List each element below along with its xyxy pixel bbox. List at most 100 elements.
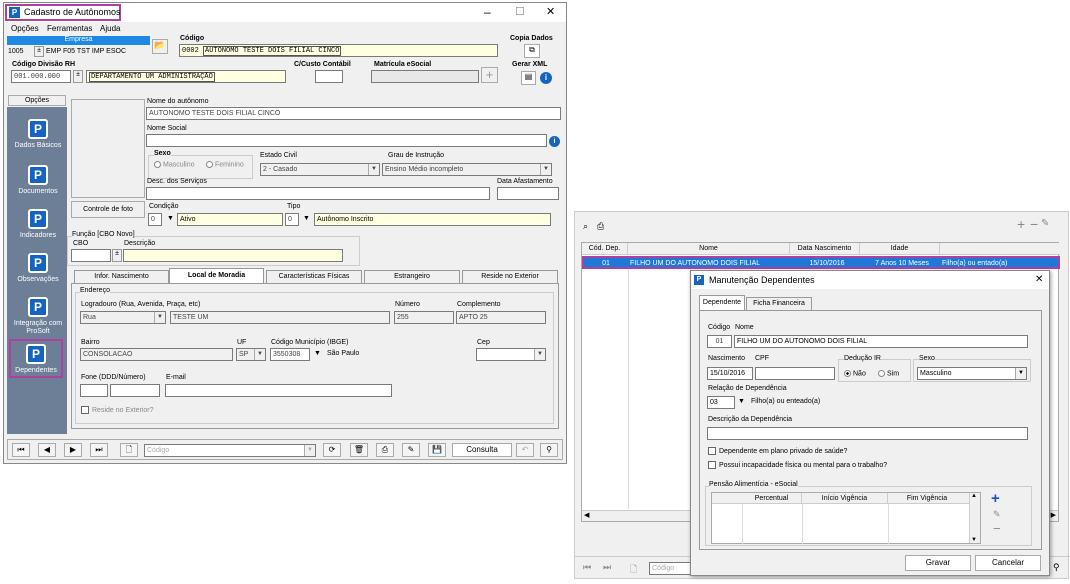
sidebar-item-documentos[interactable]: P Documentos bbox=[7, 165, 69, 195]
fone-ddd-input[interactable] bbox=[80, 384, 108, 397]
deducao-nao-radio[interactable]: Não bbox=[844, 370, 866, 377]
incapacidade-checkbox[interactable]: Possui incapacidade física ou mental par… bbox=[708, 461, 887, 469]
scroll-right-icon[interactable]: ▶ bbox=[1051, 511, 1056, 519]
sidebar-item-indicadores[interactable]: P Indicadores bbox=[7, 209, 69, 239]
new-record-icon[interactable]: 🗋 bbox=[120, 443, 138, 457]
menu-ajuda[interactable]: Ajuda bbox=[100, 24, 120, 33]
codigo-input[interactable]: 0002 AUTONOMO TESTE DOIS FILIAL CINCO bbox=[179, 44, 498, 57]
logradouro-input[interactable]: TESTE UM bbox=[170, 311, 390, 324]
codigo-input[interactable]: 01 bbox=[707, 335, 732, 348]
scroll-down-icon[interactable]: ▼ bbox=[971, 537, 977, 543]
plano-saude-checkbox[interactable]: Dependente em plano privado de saúde? bbox=[708, 447, 847, 455]
info-icon[interactable]: i bbox=[540, 72, 552, 84]
save-icon[interactable]: 💾 bbox=[428, 443, 446, 457]
info-icon[interactable]: i bbox=[549, 136, 560, 147]
sexo-fem-radio[interactable]: Feminino bbox=[206, 161, 244, 168]
close-icon[interactable]: ✕ bbox=[1035, 274, 1043, 285]
tab-nascimento[interactable]: Infor. Nascimento bbox=[74, 270, 169, 284]
descricao-input[interactable] bbox=[123, 249, 343, 262]
logradouro-tipo-select[interactable]: Rua ▼ bbox=[80, 311, 166, 324]
data-afast-input[interactable] bbox=[497, 187, 559, 200]
empresa-spin[interactable]: ± bbox=[34, 46, 44, 57]
new-record-icon[interactable]: 🗋 bbox=[630, 562, 637, 578]
view-icon[interactable]: ⌕ bbox=[583, 221, 588, 232]
divisao-spin[interactable]: ± bbox=[73, 70, 83, 83]
binoculars-icon[interactable]: ⚲ bbox=[1053, 562, 1060, 573]
chevron-down-icon[interactable]: ▼ bbox=[738, 398, 745, 405]
email-input[interactable] bbox=[165, 384, 392, 397]
print-icon[interactable]: ⎙ bbox=[597, 221, 604, 232]
cancelar-button[interactable]: Cancelar bbox=[975, 555, 1041, 571]
condicao-value[interactable]: Ativo bbox=[177, 213, 283, 226]
prev-record-icon[interactable]: ◀ bbox=[38, 443, 56, 457]
cep-select[interactable]: ▼ bbox=[476, 348, 546, 361]
sexo-masc-radio[interactable]: Masculino bbox=[154, 161, 195, 168]
add-pensao-icon[interactable]: + bbox=[991, 490, 1000, 507]
maximize-icon[interactable]: ☐ bbox=[515, 5, 525, 18]
tab-dependente[interactable]: Dependente bbox=[699, 295, 745, 311]
cbo-spin[interactable]: ± bbox=[112, 249, 122, 262]
nome-social-input[interactable] bbox=[146, 134, 547, 147]
menu-ferramentas[interactable]: Ferramentas bbox=[47, 24, 92, 33]
desc-servicos-input[interactable] bbox=[146, 187, 490, 200]
table-row[interactable]: 01 FILHO UM DO AUTONOMO DOIS FILIAL 15/1… bbox=[582, 256, 1060, 269]
cpf-input[interactable] bbox=[755, 367, 835, 380]
gravar-button[interactable]: Gravar bbox=[905, 555, 971, 571]
tab-estrangeiro[interactable]: Estrangeiro bbox=[364, 270, 460, 284]
last-record-icon[interactable]: ⏭ bbox=[90, 443, 108, 457]
tab-ficha-financeira[interactable]: Ficha Financeira bbox=[746, 297, 812, 311]
refresh-icon[interactable]: ⟳ bbox=[323, 443, 341, 457]
nome-input[interactable]: AUTONOMO TESTE DOIS FILIAL CINCO bbox=[146, 107, 561, 120]
numero-input[interactable]: 255 bbox=[394, 311, 454, 324]
chevron-down-icon[interactable]: ▼ bbox=[314, 350, 321, 357]
remove-icon[interactable]: − bbox=[1030, 216, 1038, 232]
tab-caracteristicas[interactable]: Características Físicas bbox=[266, 270, 362, 284]
col-relacao[interactable] bbox=[940, 243, 1060, 255]
v-scrollbar[interactable]: ▲ ▼ bbox=[969, 493, 980, 543]
col-inicio-vigencia[interactable]: Início Vigência bbox=[802, 493, 888, 504]
ccusto-input[interactable] bbox=[315, 70, 343, 83]
col-nome[interactable]: Nome bbox=[628, 243, 790, 255]
sexo-select[interactable]: Masculino ▼ bbox=[917, 367, 1027, 380]
sidebar-item-observacoes[interactable]: P Observações bbox=[7, 253, 69, 283]
remove-pensao-icon[interactable]: − bbox=[993, 521, 1001, 536]
edit-icon[interactable]: ✎ bbox=[1041, 218, 1049, 229]
undo-icon[interactable]: ↶ bbox=[516, 443, 534, 457]
sidebar-item-dados-basicos[interactable]: P Dados Básicos bbox=[7, 119, 69, 149]
scroll-left-icon[interactable]: ◀ bbox=[584, 511, 589, 519]
relacao-code[interactable]: 03 bbox=[707, 396, 735, 409]
edit-pensao-icon[interactable]: ✎ bbox=[993, 509, 1001, 520]
divisao-value[interactable]: DEPARTAMENTO UM ADMINISTRAÇÃO bbox=[86, 70, 286, 83]
open-folder-icon[interactable]: 📂 bbox=[152, 39, 168, 54]
nascimento-input[interactable]: 15/10/2016 bbox=[707, 367, 753, 380]
col-fim-vigencia[interactable]: Fim Vigência bbox=[888, 493, 966, 504]
add-icon[interactable]: + bbox=[1017, 216, 1025, 232]
search-code-input[interactable]: Código ▼ bbox=[144, 444, 316, 457]
tab-moradia[interactable]: Local de Moradia bbox=[169, 268, 264, 284]
estado-civil-select[interactable]: 2 - Casado ▼ bbox=[260, 163, 380, 176]
cbo-input[interactable] bbox=[71, 249, 111, 262]
reside-exterior-checkbox[interactable]: Reside no Exterior? bbox=[81, 406, 153, 414]
condicao-code[interactable]: 0 bbox=[148, 213, 162, 226]
controle-foto-button[interactable]: Controle de foto bbox=[71, 201, 145, 218]
col-cod-dep[interactable]: Cód. Dep. bbox=[582, 243, 628, 255]
delete-icon[interactable]: 🗑 bbox=[350, 443, 368, 457]
tipo-code[interactable]: 0 bbox=[285, 213, 299, 226]
nome-input[interactable]: FILHO UM DO AUTONOMO DOIS FILIAL bbox=[734, 335, 1028, 348]
matricula-input[interactable] bbox=[371, 70, 479, 83]
close-icon[interactable]: ✕ bbox=[546, 5, 555, 18]
deducao-sim-radio[interactable]: Sim bbox=[878, 370, 899, 377]
municipio-code[interactable]: 3550308 bbox=[270, 348, 310, 361]
print-icon[interactable]: ⎙ bbox=[376, 443, 394, 457]
last-record-icon[interactable]: ⏭ bbox=[603, 562, 611, 573]
divisao-code[interactable]: 001.000.000 bbox=[11, 70, 71, 83]
sidebar-item-dependentes[interactable]: P Dependentes bbox=[9, 339, 63, 378]
complemento-input[interactable]: APTO 25 bbox=[456, 311, 546, 324]
descricao-input[interactable] bbox=[707, 427, 1028, 440]
chevron-down-icon[interactable]: ▼ bbox=[167, 215, 174, 222]
first-record-icon[interactable]: ⏮ bbox=[12, 443, 30, 457]
binoculars-icon[interactable]: ⚲ bbox=[540, 443, 558, 457]
minimize-icon[interactable]: – bbox=[484, 5, 491, 19]
tipo-value[interactable]: Autônomo Inscrito bbox=[314, 213, 551, 226]
first-record-icon[interactable]: ⏮ bbox=[583, 562, 591, 573]
